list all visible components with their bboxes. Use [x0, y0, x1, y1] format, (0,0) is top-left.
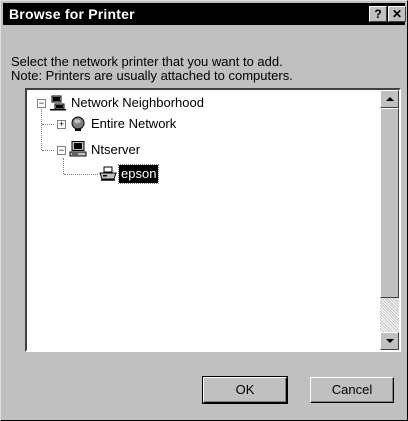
- title-bar[interactable]: Browse for Printer ? ✕: [3, 3, 406, 25]
- printer-tree-view[interactable]: − Network Neighborhood + Entire Network …: [25, 88, 401, 352]
- arrow-up-icon: [386, 97, 394, 101]
- tree-node-label: Network Neighborhood: [71, 95, 204, 110]
- help-button[interactable]: ?: [369, 6, 387, 22]
- close-button[interactable]: ✕: [388, 6, 406, 22]
- tree-connector: [64, 174, 98, 175]
- printer-icon: [99, 166, 117, 182]
- tree-connector: [41, 106, 42, 150]
- tree-connector: [42, 124, 54, 125]
- collapse-toggle[interactable]: −: [37, 99, 46, 108]
- tree-node-label: epson: [117, 164, 160, 184]
- tree-connector: [63, 158, 64, 174]
- note-text: Note: Printers are usually attached to c…: [11, 68, 293, 83]
- network-neighborhood-icon: [49, 95, 67, 111]
- tree-node-label: Ntserver: [91, 142, 141, 157]
- ok-button[interactable]: OK: [202, 376, 288, 404]
- tree-node-label: Entire Network: [91, 116, 177, 131]
- tree-content: − Network Neighborhood + Entire Network …: [27, 90, 380, 350]
- scroll-thumb[interactable]: [380, 108, 399, 298]
- window-title: Browse for Printer: [9, 6, 135, 22]
- cancel-button[interactable]: Cancel: [310, 377, 394, 403]
- scroll-down-button[interactable]: [380, 332, 399, 350]
- browse-for-printer-dialog: Browse for Printer ? ✕ Select the networ…: [0, 0, 408, 421]
- scroll-up-button[interactable]: [380, 90, 399, 108]
- computer-icon: [69, 141, 87, 157]
- globe-icon: [69, 116, 87, 132]
- vertical-scrollbar[interactable]: [380, 90, 399, 350]
- arrow-down-icon: [386, 339, 394, 343]
- expand-toggle[interactable]: +: [57, 120, 66, 129]
- instruction-text: Select the network printer that you want…: [11, 54, 283, 69]
- tree-connector: [42, 150, 54, 151]
- collapse-toggle[interactable]: −: [57, 146, 66, 155]
